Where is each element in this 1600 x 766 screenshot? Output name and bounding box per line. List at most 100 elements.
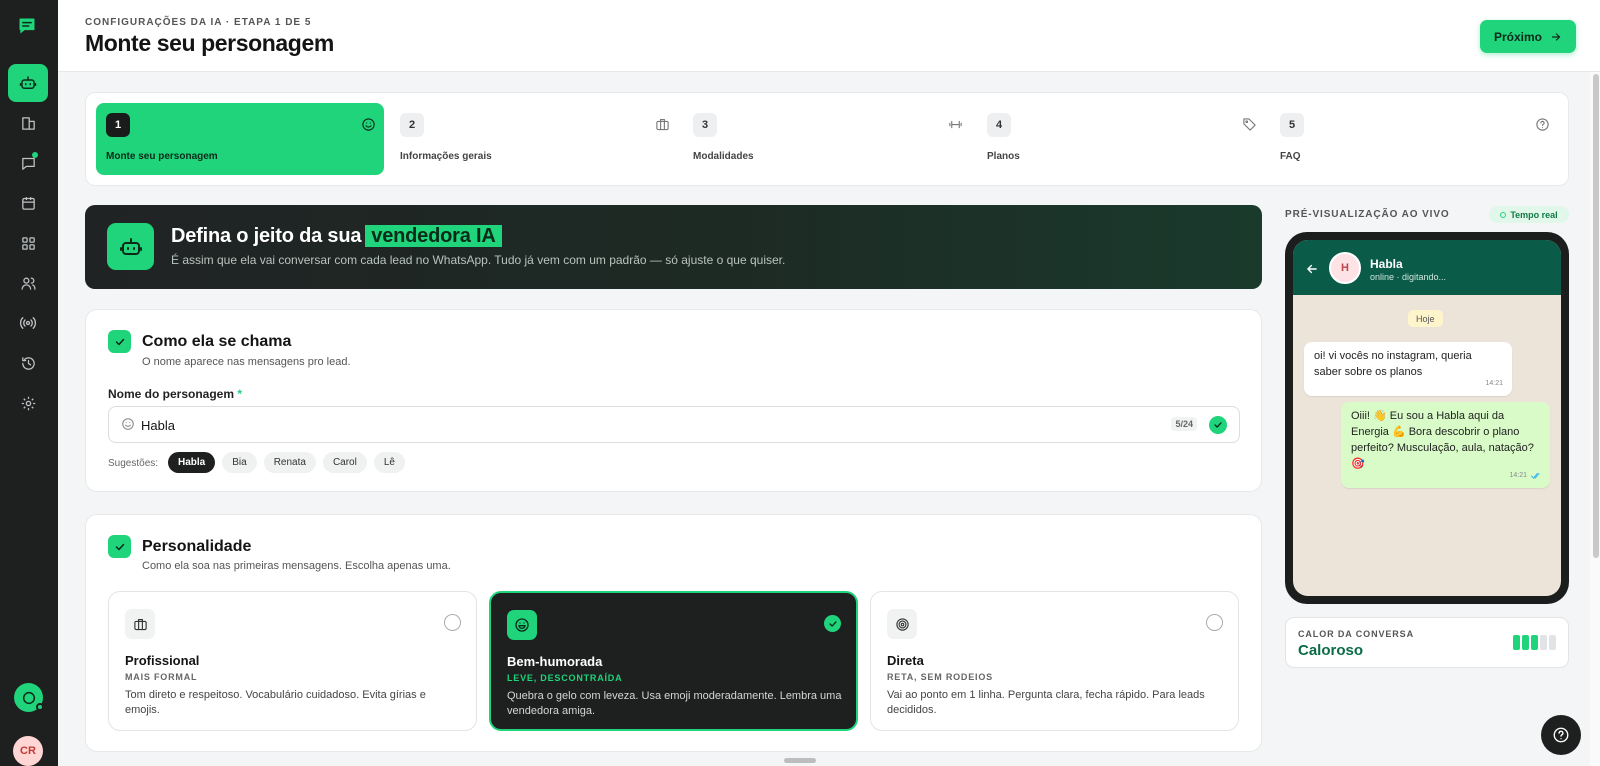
next-button[interactable]: Próximo: [1480, 20, 1576, 53]
scrollbar-thumb[interactable]: [1593, 74, 1599, 558]
step-2[interactable]: 2 Informações gerais: [390, 103, 678, 175]
contact-status: online · digitando...: [1370, 272, 1447, 282]
personality-option-bem-humorada[interactable]: Bem-humorada LEVE, DESCONTRAÍDA Quebra o…: [489, 591, 858, 731]
message-text: Oiii! 👋 Eu sou a Habla aqui da Energia 💪…: [1351, 410, 1534, 470]
char-counter: 5/24: [1171, 417, 1197, 431]
step-number: 3: [693, 113, 717, 137]
step-label: Informações gerais: [400, 151, 492, 162]
warmth-bar: [1522, 635, 1529, 650]
personality-option-profissional[interactable]: Profissional MAIS FORMAL Tom direto e re…: [108, 591, 477, 731]
preview-label: PRÉ-VISUALIZAÇÃO AO VIVO: [1285, 209, 1450, 220]
phone-mockup: H Habla online · digitando... Hoje oi! v…: [1285, 232, 1569, 604]
warmth-meter: [1513, 635, 1556, 650]
breadcrumb: CONFIGURAÇÕES DA IA · ETAPA 1 DE 5: [85, 17, 312, 28]
history-icon: [21, 356, 35, 370]
wizard-stepper: 1 Monte seu personagem 2 Informações ger…: [85, 92, 1569, 186]
step-4[interactable]: 4 Planos: [977, 103, 1265, 175]
laugh-icon: [507, 610, 537, 640]
hero-title: Defina o jeito da sua vendedora IA: [171, 225, 502, 248]
check-icon: [115, 338, 124, 345]
step-3[interactable]: 3 Modalidades: [683, 103, 971, 175]
realtime-badge-label: Tempo real: [1510, 209, 1558, 220]
sidebar-item-settings[interactable]: [8, 384, 48, 422]
robot-icon: [119, 237, 142, 255]
personality-option-direta[interactable]: Direta RETA, SEM RODEIOS Vai ao ponto em…: [870, 591, 1239, 731]
sidebar-item-dashboard[interactable]: [8, 104, 48, 142]
hero-title-highlight: vendedora IA: [365, 225, 502, 247]
section-title: Como ela se chama: [142, 333, 292, 350]
sidebar-item-history[interactable]: [8, 344, 48, 382]
suggestion-chip[interactable]: Habla: [168, 452, 216, 473]
day-separator: Hoje: [1408, 310, 1443, 327]
option-tag: LEVE, DESCONTRAÍDA: [507, 673, 623, 683]
sidebar-item-conversations[interactable]: [8, 144, 48, 182]
live-dot-icon: [1500, 211, 1507, 218]
help-button[interactable]: [1541, 715, 1581, 755]
personality-section-card: Personalidade Como ela soa nas primeiras…: [85, 514, 1262, 752]
conversation-warmth-card: CALOR DA CONVERSA Caloroso: [1285, 617, 1569, 668]
section-subtitle: Como ela soa nas primeiras mensagens. Es…: [142, 560, 451, 572]
suggestion-chip[interactable]: Bia: [222, 452, 257, 473]
sidebar-item-calendar[interactable]: [8, 184, 48, 222]
suggestion-chips: Habla Bia Renata Carol Lê: [168, 452, 405, 473]
option-description: Quebra o gelo com leveza. Usa emoji mode…: [507, 690, 842, 717]
step-label: Planos: [987, 151, 1020, 162]
message-time-label: 14:21: [1509, 472, 1527, 479]
step-label: FAQ: [1280, 151, 1301, 162]
name-input[interactable]: Habla 5/24: [108, 406, 1240, 443]
hero-subtitle: É assim que ela vai conversar com cada l…: [171, 253, 786, 267]
hero-banner: Defina o jeito da sua vendedora IA É assi…: [85, 205, 1262, 289]
arrow-left-icon: [1306, 264, 1317, 274]
field-label: Nome do personagem *: [108, 387, 242, 401]
bottom-drag-handle[interactable]: [784, 758, 816, 763]
hero-title-prefix: Defina o jeito da sua: [171, 225, 362, 247]
option-description: Tom direto e respeitoso. Vocabulário cui…: [125, 689, 426, 716]
whatsapp-screen: H Habla online · digitando... Hoje oi! v…: [1293, 240, 1561, 596]
warmth-label: CALOR DA CONVERSA: [1298, 629, 1414, 639]
name-input-value: Habla: [141, 418, 175, 433]
warmth-bar: [1549, 635, 1556, 650]
step-number: 4: [987, 113, 1011, 137]
sidebar-item-contacts[interactable]: [8, 264, 48, 302]
option-radio[interactable]: [1206, 614, 1223, 631]
sidebar-item-robot[interactable]: [8, 64, 48, 102]
warmth-bar: [1540, 635, 1547, 650]
option-description: Vai ao ponto em 1 linha. Pergunta clara,…: [887, 689, 1205, 716]
step-number: 2: [400, 113, 424, 137]
target-icon: [887, 609, 917, 639]
option-radio-selected[interactable]: [824, 615, 841, 632]
user-avatar[interactable]: CR: [13, 736, 43, 766]
step-1[interactable]: 1 Monte seu personagem: [96, 103, 384, 175]
chat-bubble-icon: [22, 691, 35, 704]
suggestion-chip[interactable]: Carol: [322, 452, 367, 473]
support-chat-button[interactable]: [14, 683, 44, 712]
step-5[interactable]: 5 FAQ: [1270, 103, 1558, 175]
section-subtitle: O nome aparece nas mensagens pro lead.: [142, 356, 351, 368]
step-number: 1: [106, 113, 130, 137]
section-complete-badge: [108, 330, 131, 353]
name-section-card: Como ela se chama O nome aparece nas men…: [85, 309, 1262, 492]
required-mark: *: [237, 387, 243, 401]
section-complete-badge: [108, 535, 131, 558]
step-label: Modalidades: [693, 151, 754, 162]
smile-icon: [122, 418, 134, 430]
page-title: Monte seu personagem: [85, 30, 334, 56]
warmth-bar: [1513, 635, 1520, 650]
option-title: Profissional: [125, 653, 200, 668]
message-text: oi! vi vocês no instagram, queria saber …: [1314, 350, 1472, 378]
sidebar-item-apps[interactable]: [8, 224, 48, 262]
step-label: Monte seu personagem: [106, 151, 218, 162]
app-logo-icon[interactable]: [17, 16, 39, 38]
warmth-value: Caloroso: [1298, 642, 1364, 659]
option-radio[interactable]: [444, 614, 461, 631]
topbar: CONFIGURAÇÕES DA IA · ETAPA 1 DE 5 Monte…: [58, 0, 1600, 72]
sidebar-item-broadcast[interactable]: [8, 304, 48, 342]
suggestion-chip[interactable]: Lê: [373, 452, 405, 473]
smile-icon: [362, 118, 375, 131]
gear-icon: [21, 396, 35, 410]
double-check-icon: [1531, 473, 1540, 479]
tag-icon: [1243, 118, 1256, 131]
calendar-icon: [21, 196, 35, 210]
suggestion-chip[interactable]: Renata: [263, 452, 316, 473]
users-icon: [20, 277, 36, 290]
